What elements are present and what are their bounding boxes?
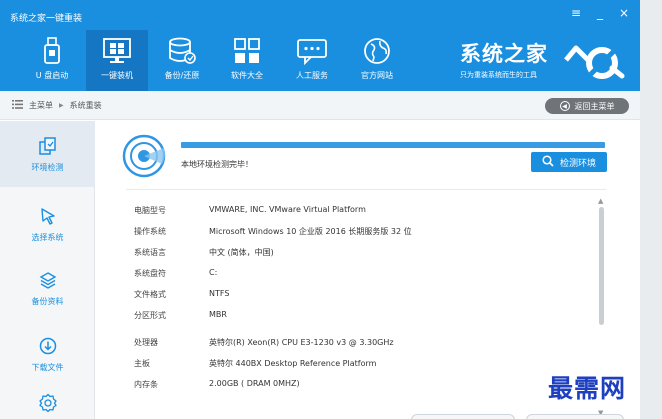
info-key: 主板 (134, 359, 150, 368)
minimize-icon[interactable]: _ (594, 7, 606, 19)
radar-scan-icon (122, 134, 166, 182)
list-item: 系统盘符 C: (134, 268, 217, 279)
bottom-button-left[interactable] (411, 414, 515, 419)
main-toolbar: U 盘启动 一键装机 备份/还原 软件大全 人工服务 官方网站 (21, 30, 411, 91)
close-icon[interactable]: × (618, 7, 630, 19)
toolbar-backup-restore[interactable]: 备份/还原 (151, 30, 213, 91)
settings-gear-icon (38, 393, 58, 413)
status-text: 本地环境检测完毕！ (181, 160, 253, 169)
toolbar-label: 软件大全 (231, 71, 263, 80)
info-value: 英特尔 440BX Desktop Reference Platform (209, 359, 377, 368)
sidebar-item-label: 环境检测 (31, 162, 64, 172)
menu-icon[interactable]: ≡ (570, 7, 582, 19)
toolbar-label: 官方网站 (361, 71, 393, 80)
list-item: 文件格式 NTFS (134, 289, 229, 300)
brand: 系统之家 只为重装系统而生的工具 (456, 38, 636, 88)
info-key: 分区形式 (134, 311, 166, 320)
list-item: 处理器 英特尔(R) Xeon(R) CPU E3-1230 v3 @ 3.30… (134, 337, 394, 348)
usb-drive-icon (36, 36, 68, 66)
info-value: 2.00GB ( DRAM 0MHZ) (209, 379, 300, 388)
list-item: 电脑型号 VMWARE, INC. VMware Virtual Platfor… (134, 205, 366, 216)
brand-name: 系统之家 (460, 42, 548, 66)
toolbar-support[interactable]: 人工服务 (281, 30, 343, 91)
info-value: Microsoft Windows 10 企业版 2016 长期服务版 32 位 (209, 227, 412, 236)
sidebar-item-settings[interactable] (0, 379, 95, 419)
toolbar-usb-boot[interactable]: U 盘启动 (21, 30, 83, 91)
sidebar-item-label: 备份资料 (31, 296, 64, 306)
list-item: 系统语言 中文 (简体，中国) (134, 247, 274, 258)
list-item: 主板 英特尔 440BX Desktop Reference Platform (134, 358, 376, 369)
monitor-icon (101, 36, 133, 66)
search-icon (542, 154, 554, 170)
app-grid-icon (231, 36, 263, 66)
scroll-up-icon[interactable]: ▲ (598, 197, 603, 205)
toolbar-official-site[interactable]: 官方网站 (346, 30, 408, 91)
sidebar-item-label: 下载文件 (31, 362, 64, 372)
sidebar-item-label: 选择系统 (31, 232, 64, 242)
list-item: 内存条 2.00GB ( DRAM 0MHZ) (134, 379, 300, 390)
info-key: 系统盘符 (134, 269, 166, 278)
layers-icon (38, 270, 58, 290)
sidebar-item-select-system[interactable]: 选择系统 (0, 191, 95, 257)
window-title: 系统之家一键重装 (10, 14, 83, 24)
info-value: C: (209, 268, 218, 277)
copy-pages-icon (38, 136, 58, 156)
sidebar-item-environment-check[interactable]: 环境检测 (0, 121, 95, 187)
info-value: MBR (209, 310, 227, 319)
breadcrumb-item-main-menu[interactable]: 主菜单 (29, 100, 53, 111)
check-button-label: 检测环境 (559, 158, 596, 169)
list-item: 分区形式 MBR (134, 310, 227, 321)
brand-tagline: 只为重装系统而生的工具 (460, 71, 537, 79)
info-key: 处理器 (134, 338, 158, 347)
brand-logo-icon (562, 42, 626, 86)
info-key: 文件格式 (134, 290, 166, 299)
toolbar-label: 人工服务 (296, 71, 328, 80)
sidebar-item-download-files[interactable]: 下载文件 (0, 321, 95, 387)
divider (126, 189, 606, 190)
info-value: 英特尔(R) Xeon(R) CPU E3-1230 v3 @ 3.30GHz (209, 338, 394, 347)
info-key: 操作系统 (134, 227, 166, 236)
toolbar-one-key-install[interactable]: 一键装机 (86, 30, 148, 91)
window-controls: ≡ _ × (570, 7, 630, 19)
back-to-main-button[interactable]: ◀ 返回主菜单 (545, 98, 629, 114)
info-value: VMWARE, INC. VMware Virtual Platform (209, 205, 366, 214)
database-icon (166, 36, 198, 66)
app-header: 系统之家一键重装 ≡ _ × U 盘启动 一键装机 备份/还原 软件大全 人工服… (0, 0, 640, 91)
watermark: 最需网 (548, 374, 627, 403)
breadcrumb-bar: 主菜单 ▶ 系统重装 ◀ 返回主菜单 (0, 91, 640, 120)
progress-bar (181, 142, 605, 148)
info-key: 内存条 (134, 380, 158, 389)
download-icon (38, 336, 58, 356)
info-key: 系统语言 (134, 248, 166, 257)
step-sidebar: 环境检测 选择系统 备份资料 下载文件 (0, 121, 95, 419)
toolbar-label: 备份/还原 (164, 71, 200, 80)
sidebar-item-backup-data[interactable]: 备份资料 (0, 255, 95, 321)
globe-icon (361, 36, 393, 66)
breadcrumb-item-reinstall: 系统重装 (69, 101, 102, 110)
right-edge-strip (640, 0, 662, 419)
bottom-button-right[interactable] (526, 414, 624, 419)
check-environment-button[interactable]: 检测环境 (531, 152, 607, 172)
chat-bubble-icon (296, 36, 328, 66)
list-item: 操作系统 Microsoft Windows 10 企业版 2016 长期服务版… (134, 226, 412, 237)
breadcrumb: 主菜单 ▶ 系统重装 (12, 100, 102, 111)
info-value: NTFS (209, 289, 230, 298)
toolbar-label: 一键装机 (101, 71, 133, 80)
back-button-label: 返回主菜单 (574, 101, 615, 111)
toolbar-software[interactable]: 软件大全 (216, 30, 278, 91)
back-arrow-icon: ◀ (559, 101, 570, 111)
chevron-right-icon: ▶ (59, 102, 64, 109)
list-icon (12, 100, 23, 111)
cursor-icon (38, 206, 58, 226)
info-value: 中文 (简体，中国) (209, 248, 274, 257)
scrollbar-thumb[interactable] (599, 207, 604, 325)
toolbar-label: U 盘启动 (35, 71, 69, 80)
info-key: 电脑型号 (134, 206, 166, 215)
